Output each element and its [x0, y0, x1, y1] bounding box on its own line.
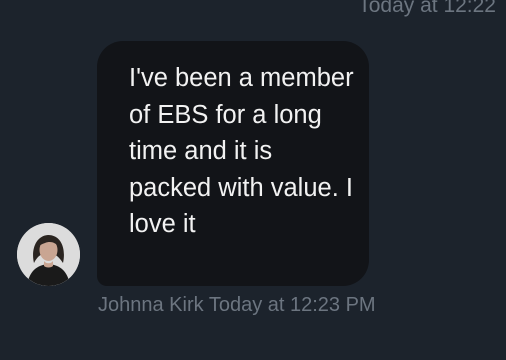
message-text: I've been a member of EBS for a long tim… [129, 64, 354, 238]
message-meta: Johnna Kirk Today at 12:23 PM [98, 294, 376, 317]
message-bubble[interactable]: I've been a member of EBS for a long tim… [97, 41, 369, 286]
sender-name[interactable]: Johnna Kirk [98, 294, 204, 316]
chat-message: I've been a member of EBS for a long tim… [0, 0, 506, 360]
user-avatar-photo-icon [17, 223, 80, 286]
sender-avatar[interactable] [17, 223, 80, 286]
message-timestamp: Today at 12:23 PM [208, 294, 376, 316]
